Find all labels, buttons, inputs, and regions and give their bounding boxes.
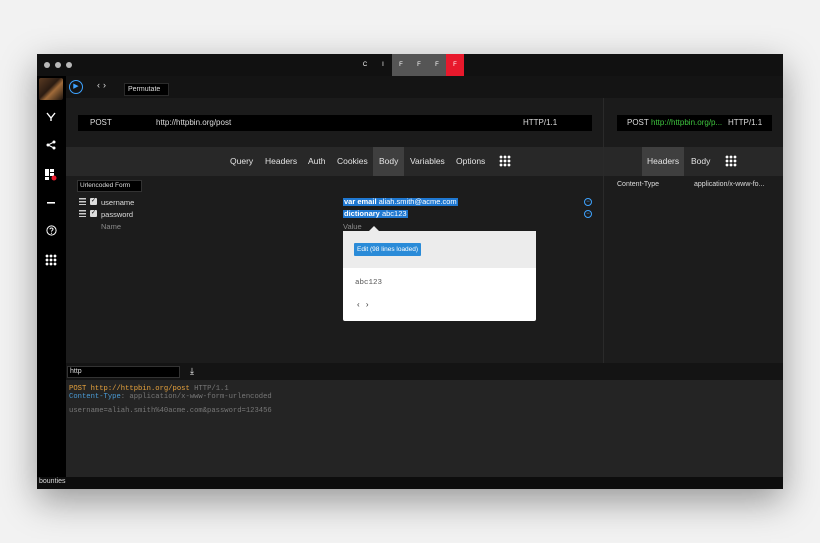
value-keyword: var email bbox=[344, 197, 377, 206]
param-row-username: ✓ username var email aliah.smith@acme.co… bbox=[79, 197, 599, 208]
segment-c[interactable]: C bbox=[356, 54, 374, 76]
value-popup: Edit (98 lines loaded) abc123 ‹ › bbox=[343, 226, 536, 321]
name-placeholder[interactable]: Name bbox=[101, 221, 121, 232]
tab-options[interactable]: Options bbox=[456, 147, 485, 176]
minimize-window-button[interactable] bbox=[55, 62, 61, 68]
edit-button[interactable]: Edit (98 lines loaded) bbox=[354, 243, 422, 256]
title-bar: C I F F F F bbox=[37, 54, 783, 76]
tab-variables[interactable]: Variables bbox=[410, 147, 445, 176]
request-tabs: Query Headers Auth Cookies Body Variable… bbox=[66, 147, 603, 176]
download-icon[interactable]: ⤓ bbox=[190, 366, 194, 377]
footer-label: bounties bbox=[39, 478, 66, 485]
header-value: application/x-www-fo... bbox=[694, 181, 765, 188]
value-text: aliah.smith@acme.com bbox=[378, 197, 457, 206]
value-text: abc123 bbox=[381, 209, 407, 218]
tab-body[interactable]: Body bbox=[373, 147, 405, 176]
tab-auth[interactable]: Auth bbox=[308, 147, 326, 176]
body-type-select[interactable]: Urlencoded Form bbox=[77, 180, 142, 192]
response-headers-list: Content-Type application/x-www-fo... bbox=[604, 176, 783, 363]
checkbox[interactable]: ✓ bbox=[90, 198, 97, 205]
drag-handle-icon[interactable] bbox=[79, 198, 86, 205]
code-version: HTTP/1.1 bbox=[194, 385, 229, 393]
code-preview: POST http://httpbin.org/post HTTP/1.1 Co… bbox=[66, 380, 783, 477]
tab-query[interactable]: Query bbox=[230, 147, 253, 176]
http-version[interactable]: HTTP/1.1 bbox=[523, 115, 557, 131]
extensions-icon[interactable] bbox=[43, 168, 59, 182]
request-url-area: POST http://httpbin.org/post HTTP/1.1 bbox=[66, 98, 603, 147]
permute-dropdown[interactable]: Permutate bbox=[124, 83, 169, 96]
help-icon[interactable] bbox=[43, 225, 59, 239]
tab-headers[interactable]: Headers bbox=[265, 147, 297, 176]
segment-f4-active[interactable]: F bbox=[446, 54, 464, 76]
header-name: Content-Type bbox=[617, 181, 660, 188]
popup-nav-arrows[interactable]: ‹ › bbox=[357, 300, 371, 309]
segment-i[interactable]: I bbox=[374, 54, 392, 76]
response-grid-icon[interactable] bbox=[725, 155, 737, 167]
branch-icon[interactable] bbox=[43, 112, 59, 126]
popup-header: Edit (98 lines loaded) bbox=[343, 231, 536, 268]
tab-cookies[interactable]: Cookies bbox=[337, 147, 368, 176]
remove-row-icon[interactable]: − bbox=[584, 210, 592, 218]
code-toolbar: http ⤓ bbox=[66, 363, 783, 380]
nav-arrows[interactable]: ‹› bbox=[97, 80, 109, 90]
tab-response-headers[interactable]: Headers bbox=[642, 147, 685, 176]
top-toolbar: ▶ ‹› Permutate bbox=[66, 76, 783, 98]
response-tabs: Headers Body bbox=[604, 147, 783, 176]
minus-icon[interactable] bbox=[43, 198, 59, 212]
response-url-bar: POST http://httpbin.org/p... HTTP/1.1 bbox=[617, 115, 772, 131]
segment-f3[interactable]: F bbox=[428, 54, 446, 76]
code-method: POST bbox=[69, 385, 87, 393]
response-panel: POST http://httpbin.org/p... HTTP/1.1 He… bbox=[603, 98, 783, 363]
value-keyword: dictionary bbox=[344, 209, 380, 218]
checkbox[interactable]: ✓ bbox=[90, 210, 97, 217]
maximize-window-button[interactable] bbox=[66, 62, 72, 68]
request-url-bar[interactable]: POST http://httpbin.org/post HTTP/1.1 bbox=[78, 115, 592, 131]
apps-grid-icon[interactable] bbox=[43, 253, 59, 267]
param-name[interactable]: username bbox=[101, 197, 134, 208]
param-value[interactable]: var email aliah.smith@acme.com bbox=[343, 198, 458, 206]
share-icon[interactable] bbox=[43, 140, 59, 154]
response-method: POST bbox=[627, 118, 649, 127]
response-version: HTTP/1.1 bbox=[728, 118, 763, 127]
status-bar: bounties bbox=[37, 477, 783, 489]
code-line-1: POST http://httpbin.org/post HTTP/1.1 bbox=[69, 385, 229, 393]
app-window: C I F F F F ▶ ‹› Permutate POST http://h… bbox=[37, 54, 783, 489]
forward-arrow[interactable]: › bbox=[103, 80, 109, 90]
close-window-button[interactable] bbox=[44, 62, 50, 68]
method-label[interactable]: POST bbox=[90, 115, 112, 131]
segment-f2[interactable]: F bbox=[410, 54, 428, 76]
param-name[interactable]: password bbox=[101, 209, 133, 220]
param-value[interactable]: dictionary abc123 bbox=[343, 210, 408, 218]
param-row-password: ✓ password dictionary abc123 − bbox=[79, 209, 599, 220]
popup-value: abc123 bbox=[355, 279, 383, 287]
more-grid-icon[interactable] bbox=[499, 155, 511, 167]
sidebar bbox=[37, 76, 66, 477]
code-format-input[interactable]: http bbox=[67, 366, 180, 378]
remove-row-icon[interactable]: − bbox=[584, 198, 592, 206]
code-line-2: Content-Type: application/x-www-form-url… bbox=[69, 393, 272, 401]
avatar[interactable] bbox=[39, 78, 63, 100]
response-url: http://httpbin.org/p... bbox=[651, 118, 723, 127]
code-header-key: Content-Type bbox=[69, 393, 121, 401]
play-icon[interactable]: ▶ bbox=[69, 80, 83, 94]
tab-response-body[interactable]: Body bbox=[691, 147, 710, 176]
drag-handle-icon[interactable] bbox=[79, 210, 86, 217]
code-line-4: username=aliah.smith%40acme.com&password… bbox=[69, 407, 272, 415]
code-url: http://httpbin.org/post bbox=[90, 385, 190, 393]
code-header-value: : application/x-www-form-urlencoded bbox=[120, 393, 272, 401]
segment-f1[interactable]: F bbox=[392, 54, 410, 76]
url-input[interactable]: http://httpbin.org/post bbox=[156, 115, 231, 131]
